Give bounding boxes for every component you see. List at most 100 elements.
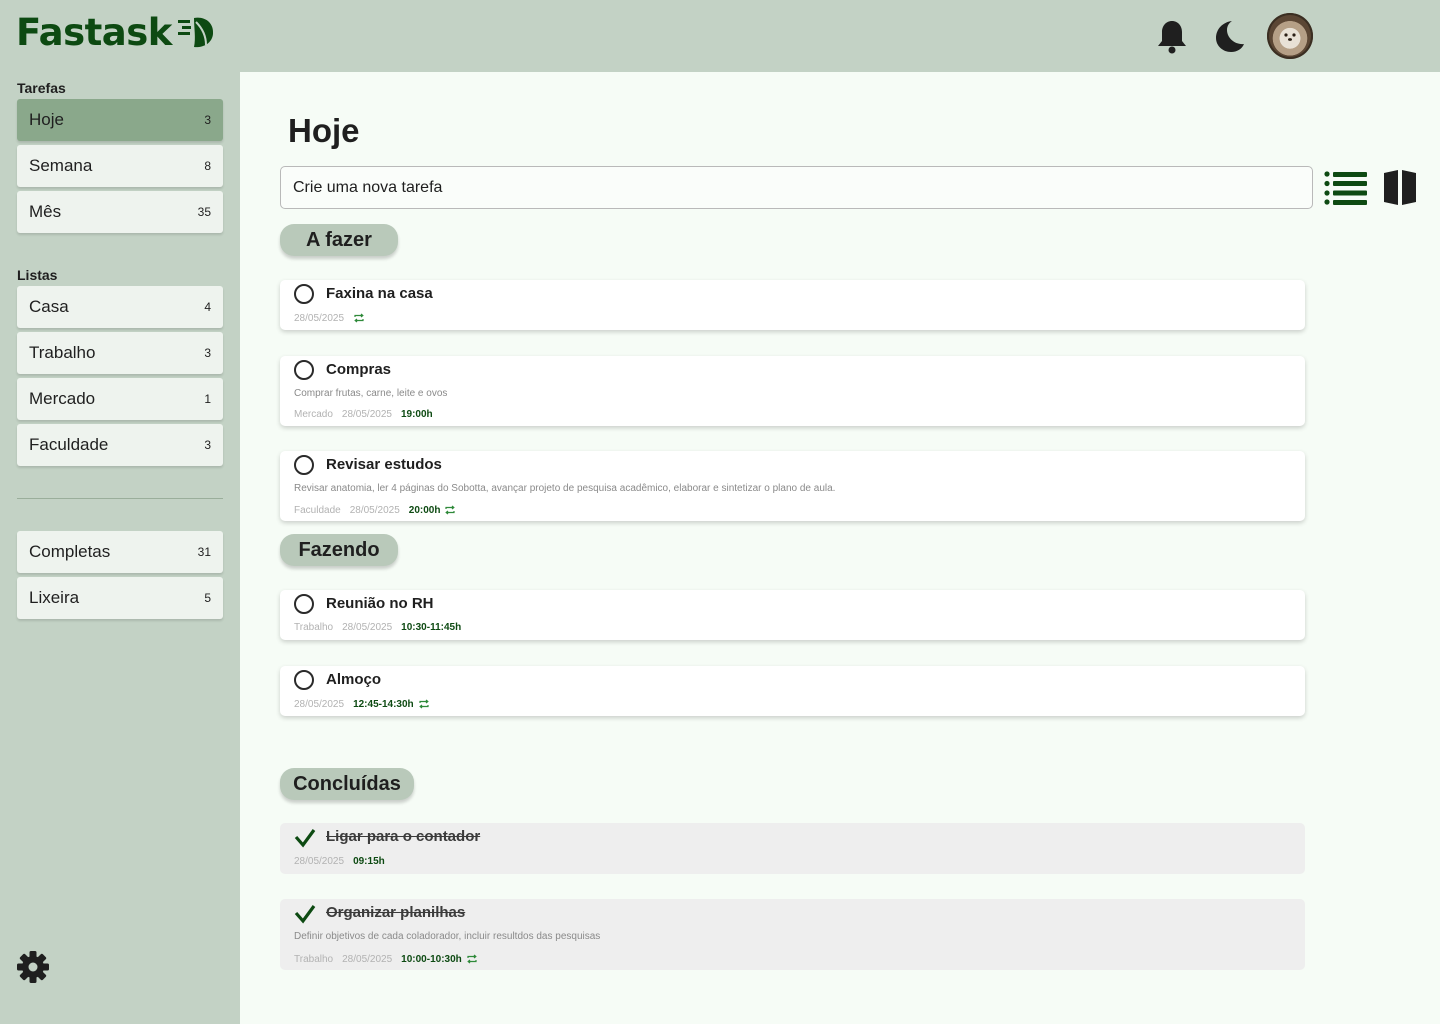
task-meta: 28/05/2025 <box>294 312 365 324</box>
task-checkbox[interactable] <box>294 284 314 304</box>
task-date: 28/05/2025 <box>342 622 393 633</box>
sidebar-item-label: Mercado <box>29 389 96 408</box>
sidebar-item-mercado[interactable]: Mercado 1 <box>17 378 223 420</box>
sidebar-item-count: 31 <box>197 545 211 559</box>
task-time: 12:45-14:30h <box>353 698 414 710</box>
sidebar-item-hoje[interactable]: Hoje 3 <box>17 99 223 141</box>
sidebar-item-label: Semana <box>29 156 93 175</box>
task-date: 28/05/2025 <box>294 698 345 710</box>
task-item[interactable]: Revisar estudos Revisar anatomia, ler 4 … <box>280 451 1305 521</box>
task-item[interactable]: Almoço 28/05/2025 12:45-14:30h <box>280 666 1305 716</box>
sidebar-item-lixeira[interactable]: Lixeira 5 <box>17 577 223 619</box>
task-description: Revisar anatomia, ler 4 páginas do Sobot… <box>294 483 836 494</box>
sidebar-item-completas[interactable]: Completas 31 <box>17 531 223 573</box>
task-title: Almoço <box>326 671 382 688</box>
task-item-completed[interactable]: Ligar para o contador 28/05/2025 09:15h <box>280 823 1305 874</box>
sidebar-item-faculdade[interactable]: Faculdade 3 <box>17 424 223 466</box>
sidebar-item-count: 8 <box>204 159 211 173</box>
repeat-icon <box>418 699 429 709</box>
task-date: 28/05/2025 <box>294 856 345 867</box>
task-date: 28/05/2025 <box>349 504 400 516</box>
task-date: 28/05/2025 <box>294 312 345 324</box>
sidebar-item-count: 5 <box>204 591 211 605</box>
sidebar-item-count: 4 <box>204 300 211 314</box>
task-list: Faculdade <box>294 504 341 516</box>
board-view-book-icon[interactable] <box>1382 168 1418 208</box>
sidebar-item-semana[interactable]: Semana 8 <box>17 145 223 187</box>
sidebar-item-label: Mês <box>29 202 62 221</box>
app-name: Fastask <box>16 10 172 54</box>
task-list: Trabalho <box>294 953 334 965</box>
new-task-input[interactable] <box>280 166 1313 209</box>
task-checkbox[interactable] <box>294 455 314 475</box>
sidebar-item-count: 3 <box>204 438 211 452</box>
task-date: 28/05/2025 <box>341 409 392 420</box>
task-title: Faxina na casa <box>326 285 433 302</box>
task-meta: Trabalho 28/05/2025 10:30-11:45h <box>294 622 465 633</box>
sidebar-item-count: 1 <box>204 392 211 406</box>
task-title: Reunião no RH <box>326 595 434 612</box>
sidebar-item-label: Trabalho <box>29 343 96 362</box>
top-bar: Fastask <box>0 0 1440 72</box>
sidebar-item-trabalho[interactable]: Trabalho 3 <box>17 332 223 374</box>
task-checkbox[interactable] <box>294 360 314 380</box>
task-time: 19:00h <box>400 409 433 420</box>
sidebar-divider <box>17 498 223 499</box>
sidebar-item-count: 3 <box>204 113 211 127</box>
task-checkbox[interactable] <box>294 670 314 690</box>
sidebar-item-count: 35 <box>197 205 211 219</box>
settings-gear-icon[interactable] <box>16 950 50 984</box>
checkmark-icon[interactable] <box>294 903 316 925</box>
leaf-logo-icon <box>177 17 213 48</box>
sidebar: Tarefas Hoje 3 Semana 8 Mês 35 Listas Ca… <box>0 72 240 1024</box>
group-todo-label: A fazer <box>280 224 398 256</box>
user-avatar[interactable] <box>1267 13 1313 59</box>
task-meta: 28/05/2025 12:45-14:30h <box>294 698 430 710</box>
task-item-completed[interactable]: Organizar planilhas Definir objetivos de… <box>280 899 1305 970</box>
main-content: Hoje A fazer Faxina na casa 28/05/2025 C… <box>240 72 1440 1024</box>
task-item[interactable]: Faxina na casa 28/05/2025 <box>280 280 1305 330</box>
task-title: Organizar planilhas <box>326 904 466 921</box>
sidebar-item-casa[interactable]: Casa 4 <box>17 286 223 328</box>
task-list: Mercado <box>294 409 333 420</box>
sidebar-item-mes[interactable]: Mês 35 <box>17 191 223 233</box>
notifications-bell-icon[interactable] <box>1152 16 1192 56</box>
repeat-icon <box>354 313 364 323</box>
task-checkbox[interactable] <box>294 594 314 614</box>
task-title: Revisar estudos <box>326 456 442 473</box>
task-time: 10:00-10:30h <box>401 953 462 965</box>
avatar-face-icon <box>1284 33 1296 41</box>
sidebar-item-label: Lixeira <box>29 588 80 607</box>
task-item[interactable]: Compras Comprar frutas, carne, leite e o… <box>280 356 1305 426</box>
list-view-icon[interactable] <box>1324 170 1368 206</box>
task-time: 10:30-11:45h <box>401 622 462 633</box>
task-meta: Trabalho 28/05/2025 10:00-10:30h <box>294 953 478 965</box>
dark-mode-moon-icon[interactable] <box>1208 16 1248 56</box>
sidebar-item-count: 3 <box>204 346 211 360</box>
task-meta: Mercado 28/05/2025 19:00h <box>294 409 437 420</box>
page-title: Hoje <box>288 112 360 149</box>
sidebar-item-label: Completas <box>29 542 111 561</box>
task-description: Comprar frutas, carne, leite e ovos <box>294 388 448 399</box>
app-logo[interactable]: Fastask <box>16 10 216 54</box>
task-item[interactable]: Reunião no RH Trabalho 28/05/2025 10:30-… <box>280 590 1305 640</box>
group-doing-label: Fazendo <box>280 534 398 566</box>
group-done-label: Concluídas <box>280 768 414 800</box>
task-list: Trabalho <box>294 622 334 633</box>
task-date: 28/05/2025 <box>342 953 393 965</box>
repeat-icon <box>445 505 456 515</box>
task-meta: Faculdade 28/05/2025 20:00h <box>294 504 456 516</box>
task-meta: 28/05/2025 09:15h <box>294 856 389 867</box>
sidebar-item-label: Faculdade <box>29 435 109 454</box>
task-description: Definir objetivos de cada coladorador, i… <box>294 931 601 942</box>
task-title: Compras <box>326 361 392 378</box>
lists-section-label: Listas <box>17 267 58 283</box>
repeat-icon <box>467 954 477 964</box>
sidebar-item-label: Casa <box>29 297 69 316</box>
tasks-section-label: Tarefas <box>17 80 66 96</box>
task-time: 20:00h <box>408 504 441 516</box>
sidebar-item-label: Hoje <box>29 110 64 129</box>
task-title: Ligar para o contador <box>326 828 481 845</box>
task-time: 09:15h <box>353 856 385 867</box>
checkmark-icon[interactable] <box>294 827 316 849</box>
